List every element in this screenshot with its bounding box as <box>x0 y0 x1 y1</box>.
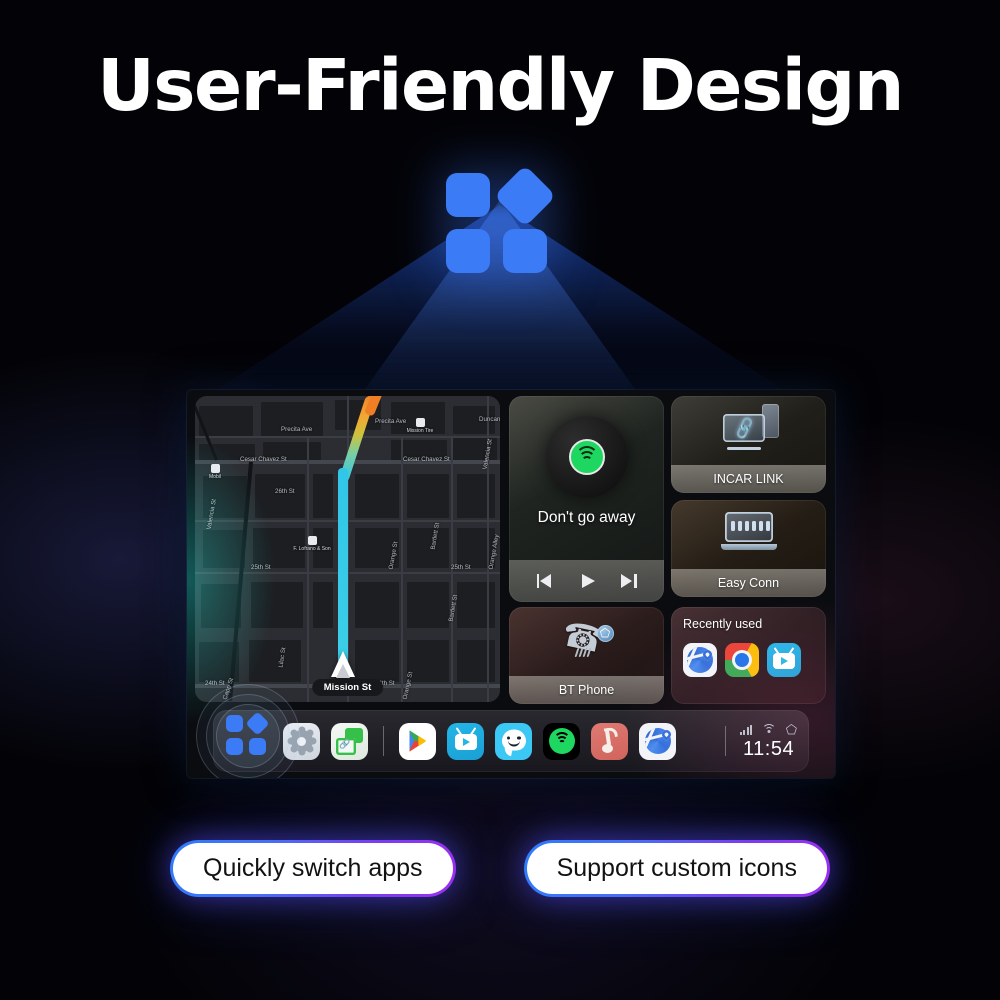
screen-cast-icon[interactable] <box>331 722 368 760</box>
status-icons: ⬠ <box>740 721 797 737</box>
music-icon[interactable] <box>591 722 628 760</box>
logo-tile-3 <box>446 229 490 273</box>
map-poi[interactable]: F. Lofrano & Son <box>279 536 345 552</box>
maps-icon[interactable] <box>639 722 676 760</box>
map-label: 25th St <box>251 564 271 571</box>
map-poi[interactable]: Mobil <box>203 464 227 480</box>
poi-marker-icon <box>415 418 425 427</box>
cellular-signal-icon <box>740 724 752 735</box>
logo-tile-4 <box>503 229 547 273</box>
logo-tile-1 <box>446 173 490 217</box>
widget-incar-link[interactable]: 🔗 INCAR LINK <box>671 396 826 493</box>
widget-label: Easy Conn <box>671 569 826 597</box>
feature-pills: Quickly switch apps Support custom icons <box>0 840 1000 897</box>
map-label: Cesar Chavez St <box>240 456 287 463</box>
status-divider <box>725 726 727 756</box>
next-track-button[interactable] <box>618 572 638 590</box>
feature-pill-2: Support custom icons <box>523 840 830 897</box>
feature-pill-label: Support custom icons <box>526 843 827 894</box>
logo-tile-2-diamond <box>493 164 557 228</box>
feature-pill-1: Quickly switch apps <box>170 840 456 897</box>
bilibili-icon[interactable] <box>767 643 801 677</box>
widget-bt-phone[interactable]: ☎ ⬠ BT Phone <box>509 607 664 704</box>
track-title: Don't go away <box>537 509 636 526</box>
page-root: User-Friendly Design Precita Ave Precita… <box>0 0 1000 1000</box>
car-head-unit-screen: Precita Ave Precita Ave Cesar Chavez St … <box>187 390 835 778</box>
map-poi[interactable]: Mission Tire <box>397 418 443 434</box>
poi-marker-icon <box>307 536 317 545</box>
poi-label: F. Lofrano & Son <box>293 546 331 552</box>
map-label: 26th St <box>275 488 295 495</box>
route-path <box>338 468 348 673</box>
taskbar: ⬠ 11:54 <box>213 710 809 772</box>
current-street-label: Mission St <box>311 679 384 696</box>
previous-track-button[interactable] <box>536 572 556 590</box>
app-switcher-button[interactable] <box>196 684 300 778</box>
play-button[interactable] <box>577 572 597 590</box>
poi-label: Mobil <box>209 474 221 480</box>
media-player-widget[interactable]: Don't go away <box>509 396 664 602</box>
map-widget[interactable]: Precita Ave Precita Ave Cesar Chavez St … <box>195 396 500 702</box>
feature-pill-label: Quickly switch apps <box>173 843 453 894</box>
navigation-position-arrow <box>331 651 355 678</box>
spotify-icon[interactable] <box>543 722 580 760</box>
map-label: 25th St <box>451 564 471 571</box>
widget-label: INCAR LINK <box>671 465 826 493</box>
map-label: Cesar Chavez St <box>403 456 450 463</box>
bluetooth-handset-icon: ☎ ⬠ <box>558 615 616 661</box>
clock: 11:54 <box>743 737 795 760</box>
poi-label: Mission Tire <box>406 428 434 434</box>
wifi-icon <box>761 723 776 735</box>
bilibili-icon[interactable] <box>447 722 484 760</box>
poi-marker-icon <box>210 464 220 473</box>
spotify-icon <box>568 439 605 475</box>
maps-icon[interactable] <box>683 643 717 677</box>
album-disc <box>545 416 628 498</box>
play-store-icon[interactable] <box>399 722 436 760</box>
taskbar-divider <box>383 726 384 756</box>
page-title: User-Friendly Design <box>97 44 904 127</box>
widget-label: BT Phone <box>509 676 664 704</box>
media-controls <box>509 560 664 602</box>
widget-recently-used[interactable]: Recently used <box>671 607 826 704</box>
waze-icon[interactable] <box>495 722 532 760</box>
laptop-icon <box>720 512 777 552</box>
monitor-phone-link-icon: 🔗 <box>722 404 779 450</box>
recently-used-title: Recently used <box>683 617 763 631</box>
taskbar-status-area: ⬠ 11:54 <box>721 722 809 761</box>
chrome-icon[interactable] <box>725 643 759 677</box>
map-label: Duncan <box>479 416 500 423</box>
app-switcher-logo-icon <box>446 164 557 275</box>
map-label: Precita Ave <box>281 426 313 433</box>
app-switcher-icon <box>226 711 270 757</box>
recently-used-apps <box>683 643 801 677</box>
bluetooth-icon: ⬠ <box>785 721 797 737</box>
widget-easy-conn[interactable]: Easy Conn <box>671 500 826 597</box>
